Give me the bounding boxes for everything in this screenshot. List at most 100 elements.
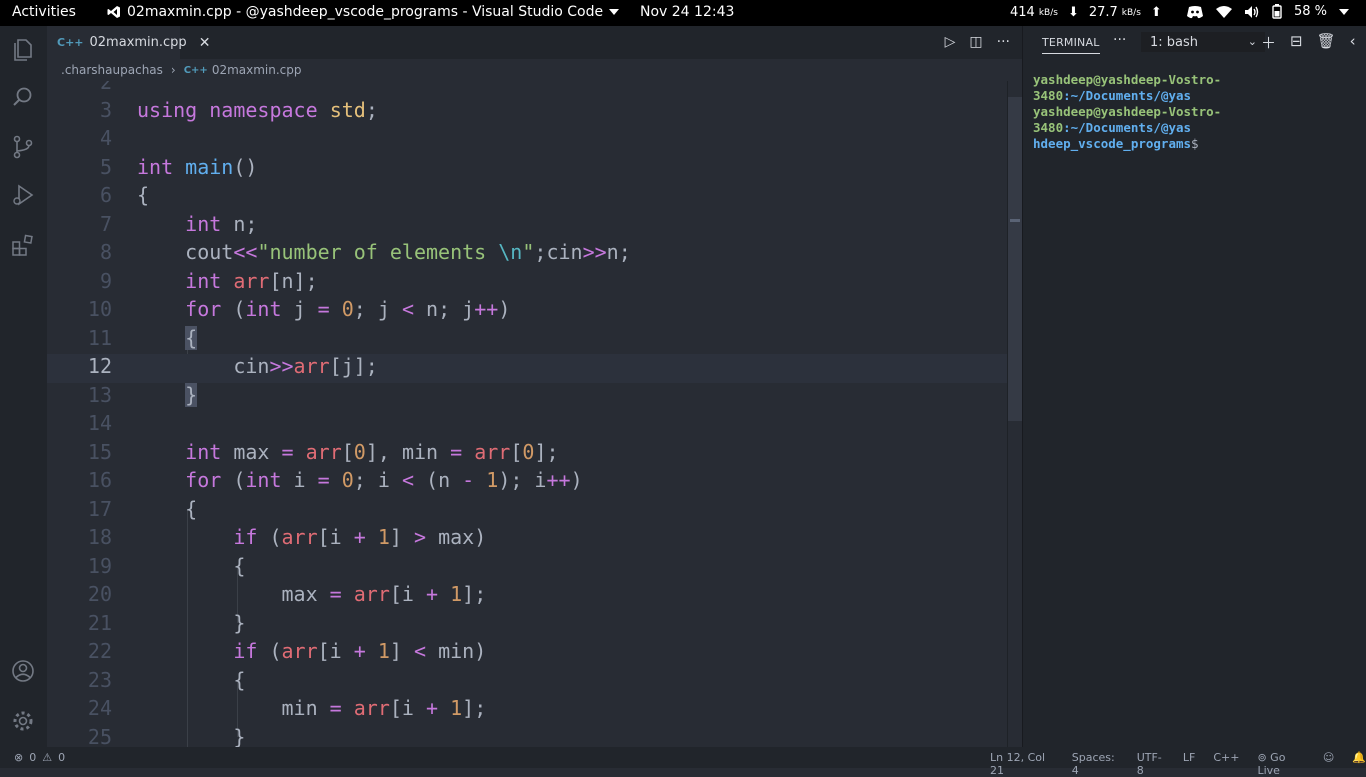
- language-mode[interactable]: C++: [1213, 751, 1239, 777]
- terminal-select-value: 1: bash: [1150, 34, 1199, 50]
- code-line: 4: [99, 126, 112, 150]
- download-unit: kB/s: [1038, 7, 1058, 18]
- cursor-position[interactable]: Ln 12, Col 21: [990, 751, 1054, 777]
- activities-button[interactable]: Activities: [12, 4, 76, 20]
- chevron-left-icon[interactable]: ‹: [1350, 32, 1356, 53]
- code-line: 21 }: [87, 611, 246, 635]
- terminal-select[interactable]: 1: bash ⌄: [1141, 32, 1265, 52]
- code-line: 3 using namespace std;: [99, 98, 378, 122]
- cursor-marker: [1010, 219, 1020, 222]
- upload-unit: kB/s: [1121, 7, 1141, 18]
- split-terminal-icon[interactable]: ⊟: [1290, 32, 1303, 53]
- chevron-down-icon[interactable]: [1339, 8, 1350, 15]
- tab-terminal[interactable]: TERMINAL: [1042, 36, 1100, 54]
- warning-icon: ⚠: [42, 751, 53, 764]
- arrow-up-icon: ⬆: [1150, 5, 1162, 20]
- scroll-thumb[interactable]: [1008, 97, 1022, 421]
- gear-icon[interactable]: [10, 708, 36, 734]
- tab-02maxmin-cpp[interactable]: C++ 02maxmin.cpp ✕: [47, 26, 210, 59]
- more-actions-icon[interactable]: ···: [997, 34, 1010, 50]
- feedback-icon[interactable]: ☺: [1323, 751, 1334, 777]
- indentation[interactable]: Spaces: 4: [1072, 751, 1119, 777]
- panel-header: TERMINAL ··· 1: bash ⌄ ＋ ⊟ 🗑 ‹: [1023, 26, 1366, 59]
- bell-icon[interactable]: 🔔: [1352, 751, 1366, 777]
- breadcrumb-file[interactable]: 02maxmin.cpp: [212, 63, 302, 77]
- code-line: 8 cout<<"number of elements \n";cin>>n;: [99, 240, 631, 264]
- code-line: 19 {: [87, 554, 246, 578]
- wifi-icon[interactable]: [1216, 5, 1232, 19]
- run-debug-icon[interactable]: [10, 182, 36, 208]
- error-icon: ⊗: [14, 751, 24, 764]
- panel-actions: ＋ ⊟ 🗑 ‹: [1261, 32, 1356, 53]
- network-speed: 414 kB/s ⬇ 27.7 kB/s ⬆: [1010, 5, 1162, 20]
- code-line: 7 int n;: [99, 212, 258, 236]
- code-line: 17 {: [87, 497, 198, 521]
- code-line: 2: [99, 81, 112, 94]
- terminal-panel: TERMINAL ··· 1: bash ⌄ ＋ ⊟ 🗑 ‹ yashdeep@…: [1022, 26, 1366, 747]
- status-items: Ln 12, Col 21 Spaces: 4 UTF-8 LF C++ ⊚ G…: [990, 751, 1366, 777]
- code-line: 5 int main(): [99, 155, 258, 179]
- split-editor-icon[interactable]: ◫: [969, 34, 982, 50]
- more-actions-icon[interactable]: ···: [1113, 32, 1126, 48]
- download-rate: 414: [1010, 5, 1035, 20]
- go-live-button[interactable]: ⊚ Go Live: [1257, 751, 1304, 777]
- code-line: 6{: [99, 183, 150, 207]
- close-icon[interactable]: ✕: [199, 35, 211, 51]
- broadcast-icon: ⊚: [1257, 751, 1267, 764]
- editor-scrollbar[interactable]: [1007, 81, 1022, 747]
- battery-percent: 58 %: [1294, 4, 1328, 19]
- code-line: 9 int arr[n];: [99, 269, 318, 293]
- explorer-icon[interactable]: [10, 36, 36, 62]
- code-line: 25 }: [87, 725, 246, 747]
- battery-icon[interactable]: [1272, 4, 1282, 19]
- accounts-icon[interactable]: [10, 658, 36, 684]
- clock[interactable]: Nov 24 12:43: [640, 4, 734, 20]
- window-title: 02maxmin.cpp - @yashdeep_vscode_programs…: [127, 4, 604, 20]
- window-title-menu[interactable]: 02maxmin.cpp - @yashdeep_vscode_programs…: [107, 4, 620, 20]
- trash-icon[interactable]: 🗑: [1317, 32, 1336, 53]
- code-line: 22 if (arr[i + 1] < min): [87, 639, 487, 663]
- volume-icon[interactable]: [1244, 5, 1260, 19]
- discord-icon[interactable]: [1186, 5, 1204, 19]
- terminal-line: yashdeep@yashdeep-Vostro-3480:~/Document…: [1033, 104, 1222, 135]
- code-line: 20 max = arr[i + 1];: [87, 582, 487, 606]
- system-tray[interactable]: 58 %: [1186, 4, 1350, 19]
- tab-label: 02maxmin.cpp: [89, 35, 187, 50]
- code-editor[interactable]: 2 3 using namespace std; 4 5 int main() 6{…: [47, 81, 1007, 747]
- run-icon[interactable]: ▷: [945, 34, 956, 50]
- code-line: 14: [87, 411, 112, 435]
- cpp-file-icon: C++: [57, 36, 84, 49]
- code-line: 24 min = arr[i + 1];: [87, 696, 487, 720]
- terminal-line: yashdeep@yashdeep-Vostro-3480:~/Document…: [1033, 72, 1222, 103]
- breadcrumb: .charshaupachas › C++ 02maxmin.cpp: [47, 59, 1022, 81]
- extensions-icon[interactable]: [10, 232, 36, 258]
- code-line: 23 {: [87, 668, 246, 692]
- arrow-down-icon: ⬇: [1067, 5, 1079, 20]
- activity-bar: [0, 26, 47, 747]
- source-control-icon[interactable]: [10, 134, 36, 160]
- code-line: 15 int max = arr[0], min = arr[0];: [87, 440, 559, 464]
- code-line-current: 12 cin>>arr[j];: [47, 354, 1007, 383]
- plus-icon[interactable]: ＋: [1261, 32, 1276, 53]
- error-count: 0: [29, 751, 37, 764]
- chevron-down-icon: ⌄: [1247, 35, 1257, 48]
- code-line: 16 for (int i = 0; i < (n - 1); i++): [87, 468, 583, 492]
- chevron-down-icon: [609, 9, 620, 15]
- chevron-right-icon: ›: [170, 63, 176, 77]
- terminal-output[interactable]: yashdeep@yashdeep-Vostro-3480:~/Document…: [1033, 72, 1359, 152]
- code-line: 11 {: [87, 326, 198, 350]
- status-bar: ⊗ 0 ⚠ 0 Ln 12, Col 21 Spaces: 4 UTF-8 LF C…: [0, 747, 1366, 777]
- search-icon[interactable]: [10, 84, 36, 110]
- encoding[interactable]: UTF-8: [1137, 751, 1165, 777]
- end-of-line[interactable]: LF: [1183, 751, 1195, 777]
- upload-rate: 27.7: [1088, 5, 1118, 20]
- cpp-file-icon: C++: [183, 64, 208, 76]
- warning-count: 0: [58, 751, 66, 764]
- problems-indicator[interactable]: ⊗ 0 ⚠ 0: [14, 751, 65, 764]
- vscode-icon: [107, 6, 120, 18]
- breadcrumb-folder[interactable]: .charshaupachas: [61, 63, 163, 77]
- code-line: 10 for (int j = 0; j < n; j++): [87, 297, 511, 321]
- terminal-line: hdeep_vscode_programs$: [1033, 136, 1199, 151]
- gnome-top-bar: Activities 02maxmin.cpp - @yashdeep_vsco…: [0, 0, 1366, 26]
- code-line: 18 if (arr[i + 1] > max): [87, 525, 487, 549]
